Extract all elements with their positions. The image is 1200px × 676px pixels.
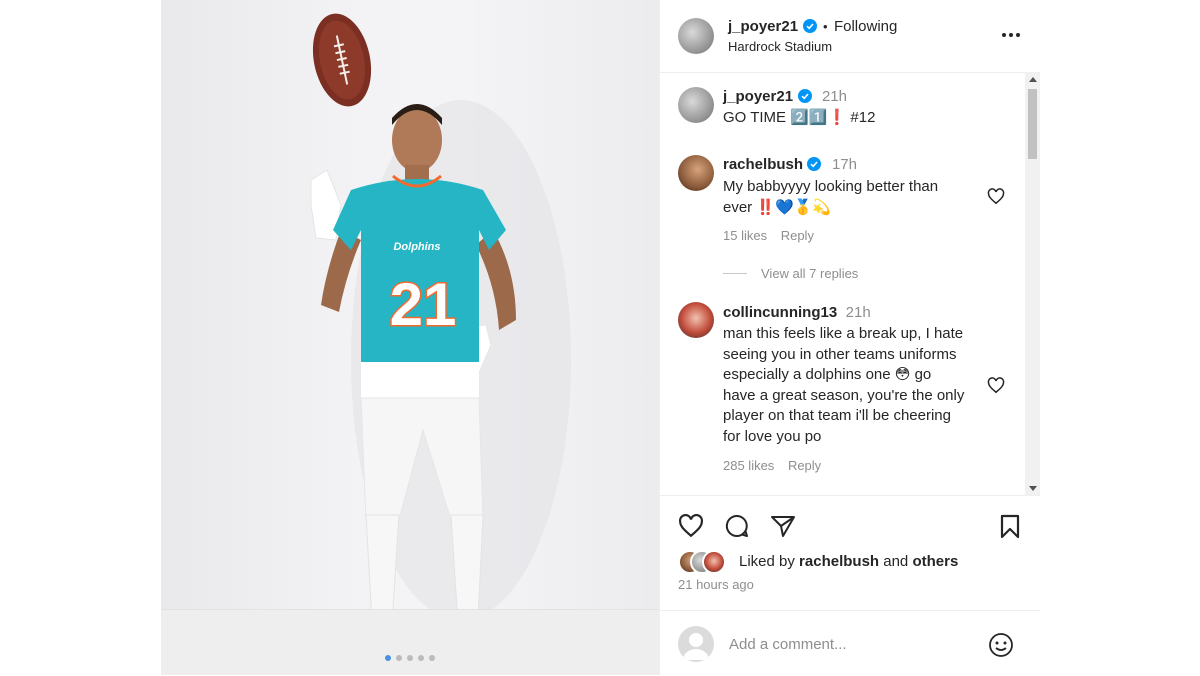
share-send-icon[interactable] — [770, 514, 796, 538]
post-header: j_poyer21 • Following Hardrock Stadium — [660, 0, 1040, 73]
comment-text-line: player on that team i'll be cheering — [723, 407, 951, 424]
photo-floor — [161, 609, 659, 675]
carousel-dot — [429, 655, 435, 661]
liked-by-user[interactable]: rachelbush — [799, 553, 879, 570]
jersey-team-text: Dolphins — [393, 241, 440, 253]
liked-by-others[interactable]: others — [912, 553, 958, 570]
comment-likes[interactable]: 15 likes — [723, 228, 767, 243]
post-actions: Liked by rachelbush and others 21 hours … — [660, 495, 1040, 626]
caption-text: GO TIME 2️⃣1️⃣❗ #12 — [723, 109, 876, 126]
user-placeholder-icon — [683, 633, 709, 660]
avatar[interactable] — [678, 302, 714, 338]
replies-divider — [723, 273, 747, 274]
carousel-dot-active — [385, 655, 391, 661]
following-button[interactable]: Following — [834, 18, 897, 35]
like-heart-icon[interactable] — [678, 514, 704, 538]
avatar[interactable] — [678, 87, 714, 123]
comment-text-line: My babbyyyy looking better than — [723, 178, 939, 195]
caption-time: 21h — [821, 88, 847, 105]
save-bookmark-icon[interactable] — [999, 514, 1021, 540]
add-comment-input[interactable]: Add a comment... — [729, 636, 847, 653]
comment-text-line: man this feels like a break up, I hate — [723, 325, 964, 342]
carousel-dot — [407, 655, 413, 661]
scroll-up-arrow-icon[interactable] — [1029, 77, 1037, 82]
comments-scrollbar[interactable] — [1025, 73, 1040, 495]
more-horizontal-icon[interactable] — [1001, 32, 1021, 38]
caption-username[interactable]: j_poyer21 — [723, 88, 793, 105]
comment-text-line: have a great season, you're the only — [723, 387, 965, 404]
avatar[interactable] — [678, 155, 714, 191]
comments-list[interactable]: j_poyer21 21h GO TIME 2️⃣1️⃣❗ #12 rachel… — [660, 73, 1025, 495]
comment-text-line: ever ‼️💙🥇💫 — [723, 199, 832, 216]
avatar[interactable] — [702, 550, 726, 574]
post-side-panel: j_poyer21 • Following Hardrock Stadium j… — [659, 0, 1040, 675]
liked-by-and: and — [883, 553, 909, 570]
comment-icon[interactable] — [724, 513, 750, 539]
jersey-number-text: 21 — [390, 271, 457, 338]
scroll-down-arrow-icon[interactable] — [1029, 486, 1037, 491]
carousel-dot — [396, 655, 402, 661]
comment-likes[interactable]: 285 likes — [723, 458, 774, 473]
reply-button[interactable]: Reply — [781, 228, 814, 243]
heart-icon[interactable] — [987, 188, 1005, 205]
scroll-thumb[interactable] — [1028, 89, 1037, 159]
avatar[interactable] — [678, 18, 714, 54]
add-comment-bar: Add a comment... — [660, 610, 1040, 676]
comment-username[interactable]: collincunning13 — [723, 304, 837, 321]
post-timestamp: 21 hours ago — [678, 577, 754, 592]
comment-username[interactable]: rachelbush — [723, 156, 803, 173]
comment-text-line: especially a dolphins one 😳 go — [723, 366, 932, 383]
post-location[interactable]: Hardrock Stadium — [728, 39, 832, 54]
reply-button[interactable]: Reply — [788, 458, 821, 473]
comment-time: 21h — [845, 304, 871, 321]
comment-text-line: seeing you in other teams uniforms — [723, 346, 957, 363]
view-replies-button[interactable]: View all 7 replies — [761, 266, 858, 281]
heart-icon[interactable] — [987, 377, 1005, 394]
verified-badge-icon — [797, 89, 812, 103]
avatar — [678, 626, 714, 662]
comment-text-line: for love you po — [723, 428, 822, 445]
comment-time: 17h — [831, 156, 857, 173]
carousel-dot — [418, 655, 424, 661]
post-photo[interactable]: Dolphins 21 — [161, 0, 659, 675]
verified-badge-icon — [802, 19, 817, 33]
carousel-indicator — [161, 655, 659, 661]
post-modal: Dolphins 21 j_poyer21 • Following Hardro… — [161, 0, 1040, 675]
liked-by-text: Liked by rachelbush and others — [739, 553, 958, 570]
emoji-icon[interactable] — [988, 632, 1014, 658]
author-username[interactable]: j_poyer21 — [728, 18, 798, 35]
liked-by-prefix: Liked by — [739, 553, 795, 570]
player-illustration: Dolphins 21 — [310, 13, 571, 669]
header-separator: • — [822, 19, 828, 34]
verified-badge-icon — [807, 157, 822, 171]
